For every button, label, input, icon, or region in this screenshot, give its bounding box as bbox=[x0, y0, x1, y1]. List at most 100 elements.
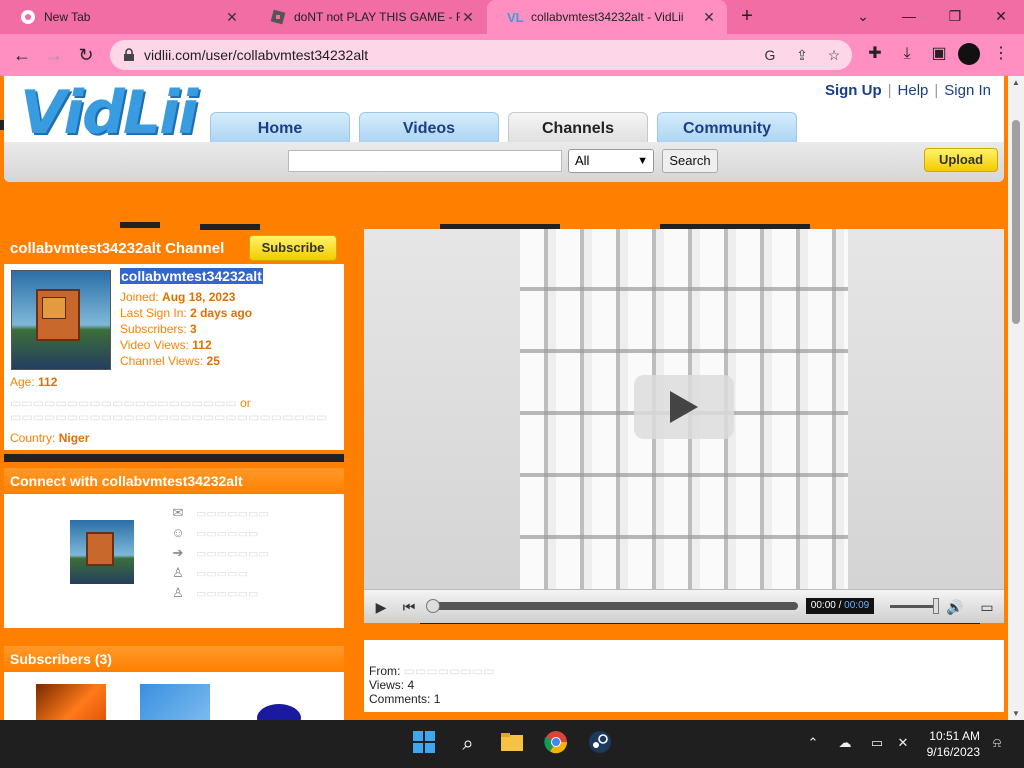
onedrive-icon[interactable]: ☁ bbox=[836, 734, 854, 752]
extensions-icon[interactable]: ✚ bbox=[864, 43, 886, 65]
add-friend-link[interactable]: ♙ ▭▭▭▭▭ bbox=[170, 566, 248, 580]
sign-in-link[interactable]: Sign In bbox=[941, 82, 994, 99]
notifications-icon[interactable]: ⍾ bbox=[988, 734, 1006, 752]
sign-up-link[interactable]: Sign Up bbox=[822, 82, 885, 99]
tab-vidlii-channel[interactable]: VL collabvmtest34232alt - VidLii ✕ bbox=[487, 0, 727, 34]
big-play-button[interactable] bbox=[634, 375, 734, 439]
tab-roblox-game[interactable]: doNT not PLAY THIS GAME - Rol ✕ bbox=[250, 0, 486, 34]
scroll-thumb[interactable] bbox=[1012, 120, 1020, 324]
file-explorer-icon[interactable] bbox=[498, 730, 526, 758]
search-button[interactable]: Search bbox=[662, 149, 718, 173]
volume-slider[interactable] bbox=[890, 605, 938, 608]
comments-row: Comments: 1 bbox=[369, 692, 441, 706]
side-panel-icon[interactable]: ▣ bbox=[928, 43, 950, 65]
display-icon[interactable]: ▭ bbox=[868, 734, 886, 752]
skip-back-icon[interactable]: ⏮ bbox=[398, 596, 420, 618]
faded-text: ▭▭▭▭▭▭▭▭▭▭▭▭▭▭▭▭▭▭▭▭ bbox=[10, 396, 237, 410]
forward-icon[interactable]: → bbox=[42, 43, 66, 67]
share-icon[interactable]: ⇪ bbox=[794, 47, 810, 63]
volume-muted-icon[interactable]: ✕ bbox=[894, 734, 912, 752]
nav-tab-community[interactable]: Community bbox=[657, 112, 797, 144]
vidlii-logo[interactable]: VidLii bbox=[20, 78, 198, 148]
tab-title: New Tab bbox=[44, 10, 91, 24]
page-viewport: VidLii Home Videos Channels Community Si… bbox=[0, 76, 1024, 720]
chevron-up-icon[interactable]: ⌃ bbox=[804, 734, 822, 752]
connect-avatar[interactable] bbox=[70, 520, 134, 584]
play-icon[interactable]: ▶ bbox=[370, 596, 392, 618]
address-bar[interactable]: vidlii.com/user/collabvmtest34232alt G ⇪… bbox=[110, 40, 852, 70]
menu-kebab-icon[interactable]: ⋮ bbox=[990, 43, 1012, 65]
country-row: Country: Niger bbox=[10, 431, 90, 445]
google-icon[interactable]: G bbox=[762, 47, 778, 63]
search-input[interactable] bbox=[288, 150, 562, 172]
subscriber-avatar[interactable] bbox=[36, 684, 106, 720]
block-user-link[interactable]: ♙ ▭▭▭▭▭▭ bbox=[170, 586, 258, 600]
volume-icon[interactable]: 🔊 bbox=[944, 596, 966, 618]
url-text: vidlii.com/user/collabvmtest34232alt bbox=[144, 47, 369, 63]
last-signin-value: 2 days ago bbox=[190, 306, 253, 320]
fullscreen-icon[interactable]: ▭ bbox=[976, 596, 998, 618]
channel-avatar[interactable] bbox=[11, 270, 111, 370]
chevron-down-icon: ▼ bbox=[637, 155, 648, 167]
scroll-up-icon[interactable]: ▲ bbox=[1008, 78, 1024, 87]
windows-taskbar: ⌕ ⌃ ☁ ▭ ✕ 10:51 AM 9/16/2023 ⍾ bbox=[0, 720, 1024, 768]
profile-avatar[interactable] bbox=[958, 43, 980, 65]
nav-tab-videos[interactable]: Videos bbox=[359, 112, 499, 144]
reload-icon[interactable]: ↻ bbox=[74, 43, 98, 67]
search-icon[interactable]: ⌕ bbox=[454, 730, 482, 758]
nav-tab-channels[interactable]: Channels bbox=[508, 112, 648, 144]
background-decoration bbox=[120, 222, 160, 228]
add-comment-link[interactable]: ☺ ▭▭▭▭▭▭ bbox=[170, 526, 258, 540]
upload-button[interactable]: Upload bbox=[924, 148, 998, 172]
subscribers-heading: Subscribers (3) bbox=[4, 646, 344, 672]
joined-date: Aug 18, 2023 bbox=[162, 290, 236, 304]
subscribe-button[interactable]: Subscribe bbox=[249, 235, 337, 261]
steam-icon[interactable] bbox=[586, 730, 614, 758]
bookmark-star-icon[interactable]: ☆ bbox=[826, 47, 842, 63]
subscriber-avatar[interactable] bbox=[140, 684, 210, 720]
comments-count: 1 bbox=[433, 692, 441, 706]
svg-text:VL: VL bbox=[507, 10, 523, 25]
site-header: VidLii Home Videos Channels Community Si… bbox=[4, 76, 1004, 182]
page-scrollbar[interactable]: ▲ ▼ bbox=[1008, 76, 1024, 720]
new-tab-button[interactable]: + bbox=[736, 6, 758, 28]
subscriber-avatar[interactable] bbox=[244, 684, 314, 720]
clock-time: 10:51 AM bbox=[929, 729, 980, 743]
close-tab-icon[interactable]: ✕ bbox=[224, 9, 240, 26]
close-tab-icon[interactable]: ✕ bbox=[460, 9, 476, 26]
back-icon[interactable]: ← bbox=[10, 43, 34, 67]
video-player[interactable]: ▶ ⏮ 00:00 / 00:09 🔊 ▭ bbox=[364, 229, 1004, 623]
from-row: From: ▭▭▭▭▭▭▭▭ bbox=[369, 664, 495, 678]
close-tab-icon[interactable]: ✕ bbox=[701, 9, 717, 26]
lock-icon bbox=[122, 48, 136, 62]
search-category-select[interactable]: All ▼ bbox=[568, 149, 654, 173]
last-signin-row: Last Sign In: 2 days ago bbox=[120, 306, 253, 320]
faded-link-row: ▭▭▭▭▭▭▭▭▭▭▭▭▭▭▭▭▭▭▭▭▭▭▭▭▭▭▭▭ bbox=[10, 410, 328, 424]
chrome-taskbar-icon[interactable] bbox=[542, 730, 570, 758]
channel-views-row: Channel Views: 25 bbox=[120, 354, 220, 368]
close-window-icon[interactable]: ✕ bbox=[990, 6, 1012, 28]
nav-tab-home[interactable]: Home bbox=[210, 112, 350, 144]
tab-new-tab[interactable]: New Tab ✕ bbox=[0, 0, 250, 34]
windows-start-icon[interactable] bbox=[410, 730, 438, 758]
channel-views-count: 25 bbox=[206, 354, 220, 368]
scroll-down-icon[interactable]: ▼ bbox=[1008, 709, 1024, 718]
channel-username[interactable]: collabvmtest34232alt bbox=[120, 268, 263, 284]
clock-date: 9/16/2023 bbox=[926, 745, 980, 759]
help-link[interactable]: Help bbox=[895, 82, 932, 99]
tab-search-icon[interactable]: ⌄ bbox=[852, 6, 874, 28]
chrome-icon bbox=[20, 9, 36, 25]
download-icon[interactable]: ⤓ bbox=[896, 43, 918, 65]
minimize-icon[interactable]: — bbox=[898, 6, 920, 28]
video-views-count: 112 bbox=[192, 338, 212, 352]
clock[interactable]: 10:51 AM 9/16/2023 bbox=[927, 728, 980, 760]
send-message-link[interactable]: ✉ ▭▭▭▭▭▭▭ bbox=[170, 506, 269, 520]
seek-handle[interactable] bbox=[426, 599, 440, 613]
current-time: 00:00 bbox=[810, 600, 836, 611]
restore-icon[interactable]: ❐ bbox=[944, 6, 966, 28]
arrow-right-icon: ➔ bbox=[172, 545, 184, 560]
seek-bar[interactable] bbox=[432, 602, 798, 610]
connect-box: ✉ ▭▭▭▭▭▭▭ ☺ ▭▭▭▭▭▭ ➔ ▭▭▭▭▭▭▭ ♙ ▭▭▭▭▭ ♙ ▭▭▭▭▭▭ bbox=[4, 494, 344, 628]
share-channel-link[interactable]: ➔ ▭▭▭▭▭▭▭ bbox=[170, 546, 269, 560]
volume-handle[interactable] bbox=[933, 598, 939, 614]
